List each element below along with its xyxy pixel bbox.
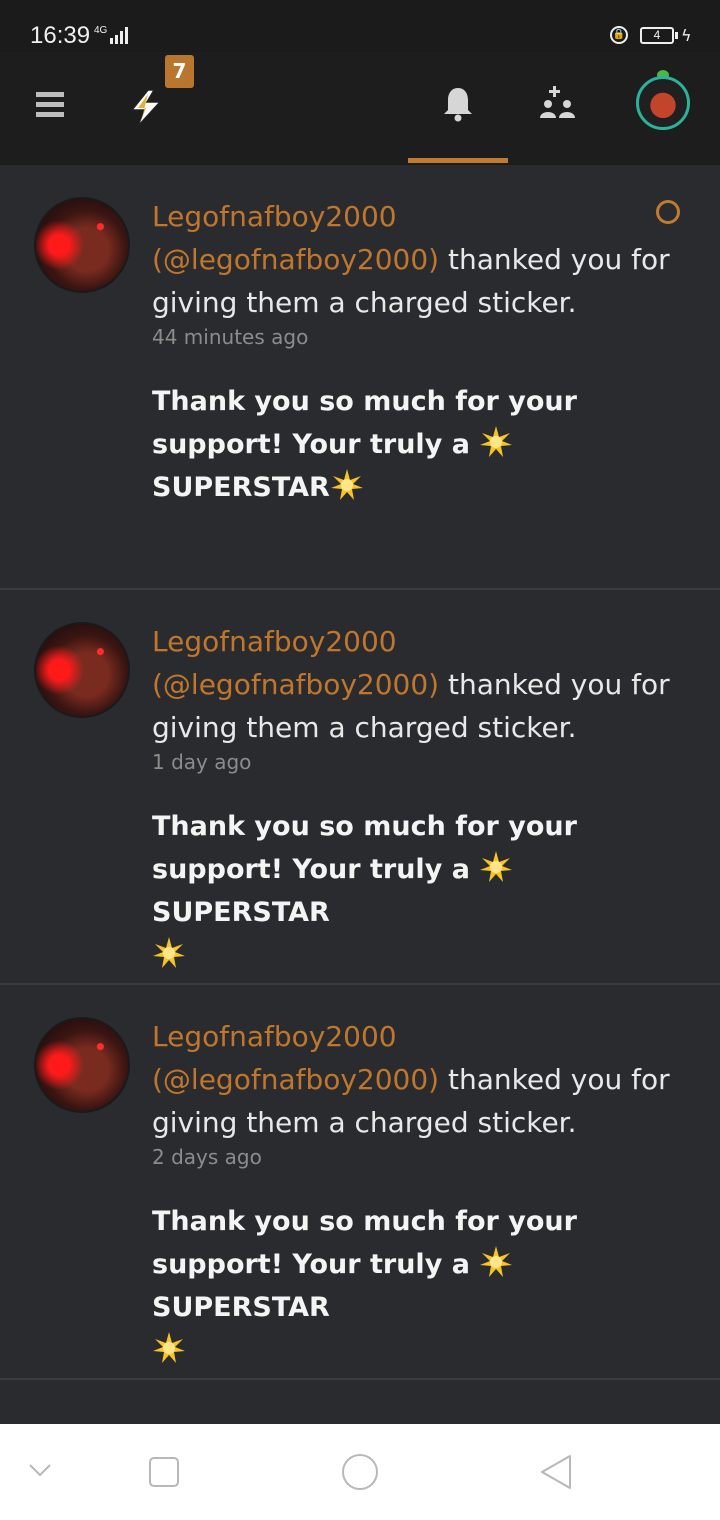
notification-body: Legofnafboy2000 (@legofnafboy2000) thanke… — [152, 195, 672, 509]
app-header: 7 — [0, 52, 720, 165]
handle-link[interactable]: (@legofnafboy2000) — [152, 1063, 439, 1096]
message-part: SUPERSTAR — [152, 897, 330, 928]
chevron-down-icon[interactable] — [28, 1462, 52, 1478]
user-avatar[interactable] — [34, 622, 130, 718]
add-person-icon[interactable] — [540, 86, 576, 122]
notification-count-badge: 7 — [165, 55, 194, 88]
timestamp: 1 day ago — [152, 750, 252, 774]
status-time: 16:39 — [30, 22, 91, 49]
username-link[interactable]: Legofnafboy2000 — [152, 1020, 397, 1053]
message-part: SUPERSTAR — [152, 472, 330, 503]
system-nav-bar — [0, 1424, 720, 1520]
recents-square-icon[interactable] — [148, 1456, 180, 1488]
charging-icon: ϟ — [681, 26, 692, 45]
battery-icon: 4 — [640, 27, 674, 44]
bell-icon[interactable] — [442, 86, 474, 122]
handle-link[interactable]: (@legofnafboy2000) — [152, 668, 439, 701]
notification-item[interactable]: Legofnafboy2000 (@legofnafboy2000) thanke… — [0, 985, 720, 1380]
network-type: 4G — [94, 25, 108, 36]
notification-item[interactable]: Legofnafboy2000 (@legofnafboy2000) thanke… — [0, 165, 720, 590]
handle-link[interactable]: (@legofnafboy2000) — [152, 243, 439, 276]
notification-body: Legofnafboy2000 (@legofnafboy2000) thanke… — [152, 1015, 672, 1372]
timestamp: 44 minutes ago — [152, 325, 309, 349]
status-bar: 16:39 4G 🔒 4 ϟ — [0, 0, 720, 52]
profile-avatar[interactable] — [636, 76, 690, 130]
star-emoji-icon — [330, 469, 363, 500]
notification-body: Legofnafboy2000 (@legofnafboy2000) thanke… — [152, 620, 672, 977]
user-avatar[interactable] — [34, 197, 130, 293]
star-emoji-icon — [480, 1246, 513, 1277]
back-triangle-icon[interactable] — [538, 1454, 574, 1490]
message-text: Thank you so much for your support! Your… — [152, 805, 672, 977]
star-emoji-icon — [153, 1332, 185, 1363]
lightning-icon[interactable] — [126, 88, 166, 128]
timestamp: 2 days ago — [152, 1145, 262, 1169]
username-link[interactable]: Legofnafboy2000 — [152, 200, 397, 233]
message-text: Thank you so much for your support! Your… — [152, 1200, 672, 1372]
signal-icon — [110, 27, 128, 44]
notification-text: Legofnafboy2000 (@legofnafboy2000) thanke… — [152, 1015, 672, 1144]
star-emoji-icon — [480, 851, 513, 882]
rotation-lock-icon: 🔒 — [610, 26, 628, 44]
star-emoji-icon — [153, 937, 185, 968]
message-text: Thank you so much for your support! Your… — [152, 380, 672, 509]
unread-indicator-icon[interactable] — [656, 200, 680, 224]
active-tab-indicator — [408, 158, 508, 163]
hamburger-icon[interactable] — [36, 92, 64, 118]
notification-text: Legofnafboy2000 (@legofnafboy2000) thanke… — [152, 620, 672, 749]
user-avatar[interactable] — [34, 1017, 130, 1113]
notification-item[interactable]: Legofnafboy2000 (@legofnafboy2000) thanke… — [0, 590, 720, 985]
star-emoji-icon — [480, 426, 513, 457]
notification-text: Legofnafboy2000 (@legofnafboy2000) thanke… — [152, 195, 672, 324]
battery-tip — [675, 32, 678, 39]
notification-feed: Legofnafboy2000 (@legofnafboy2000) thanke… — [0, 165, 720, 1440]
message-part: SUPERSTAR — [152, 1292, 330, 1323]
home-circle-icon[interactable] — [340, 1452, 380, 1492]
username-link[interactable]: Legofnafboy2000 — [152, 625, 397, 658]
